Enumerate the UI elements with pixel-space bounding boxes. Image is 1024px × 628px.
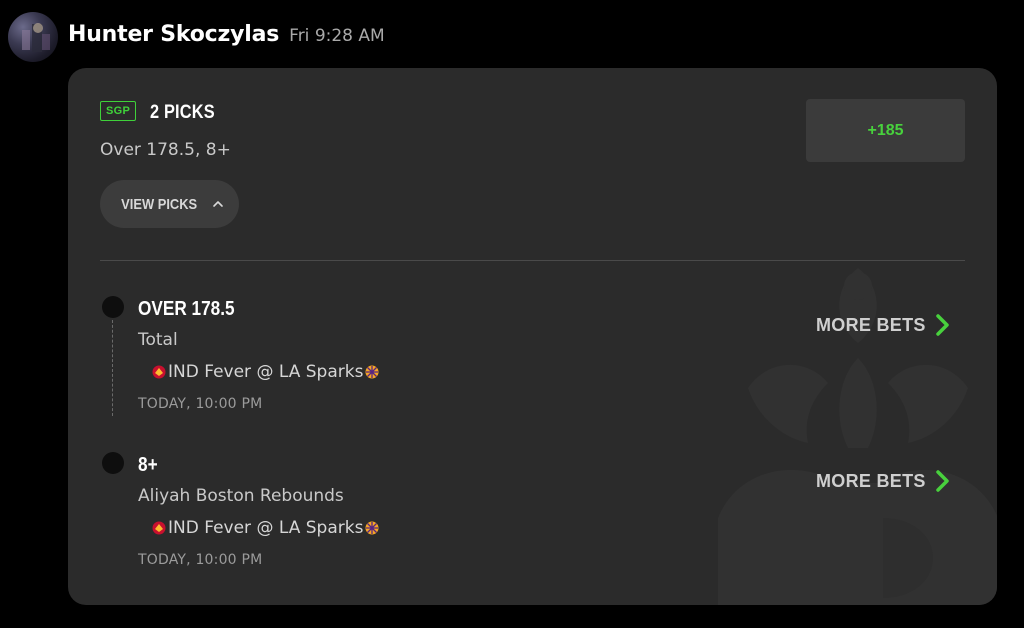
fever-team-logo: [152, 521, 166, 535]
pick-game-label: IND Fever @ LA Sparks: [168, 518, 364, 538]
pick-market: Aliyah Boston Rebounds: [138, 486, 344, 506]
pick-connector: [112, 320, 113, 416]
sparks-team-logo: [365, 521, 379, 535]
sparks-team-logo: [365, 365, 379, 379]
more-bets-label: MORE BETS: [816, 470, 926, 491]
pick-marker: [102, 452, 124, 474]
pick-time: TODAY, 10:00 PM: [138, 552, 263, 568]
author-name[interactable]: Hunter Skoczylas: [68, 22, 279, 47]
pick-time: TODAY, 10:00 PM: [138, 396, 263, 412]
odds-value: +185: [867, 121, 904, 139]
chevron-up-icon: [212, 201, 223, 207]
divider: [100, 260, 965, 261]
bet-card: SGP 2 PICKS Over 178.5, 8+ VIEW PICKS +1…: [68, 68, 997, 605]
view-picks-label: VIEW PICKS: [121, 195, 198, 213]
pick-title: OVER 178.5: [138, 298, 235, 320]
chevron-right-icon: [935, 314, 949, 336]
pick-game: IND Fever @ LA Sparks: [152, 518, 379, 538]
pick-game-label: IND Fever @ LA Sparks: [168, 362, 364, 382]
picks-summary: Over 178.5, 8+: [100, 140, 231, 160]
chevron-right-icon: [935, 470, 949, 492]
fever-team-logo: [152, 365, 166, 379]
view-picks-button[interactable]: VIEW PICKS: [100, 180, 239, 228]
more-bets-label: MORE BETS: [816, 314, 926, 335]
more-bets-button[interactable]: MORE BETS: [816, 313, 952, 337]
pick-marker: [102, 296, 124, 318]
picks-count: 2 PICKS: [150, 102, 215, 123]
pick-market: Total: [138, 330, 178, 350]
sgp-badge: SGP: [100, 101, 137, 121]
odds-button[interactable]: +185: [806, 99, 965, 162]
pick-title: 8+: [138, 454, 158, 476]
pick-game: IND Fever @ LA Sparks: [152, 362, 379, 382]
avatar[interactable]: [8, 12, 58, 62]
message-timestamp[interactable]: Fri 9:28 AM: [289, 26, 385, 46]
more-bets-button[interactable]: MORE BETS: [816, 469, 952, 493]
message-header: Hunter Skoczylas Fri 9:28 AM: [68, 22, 385, 47]
